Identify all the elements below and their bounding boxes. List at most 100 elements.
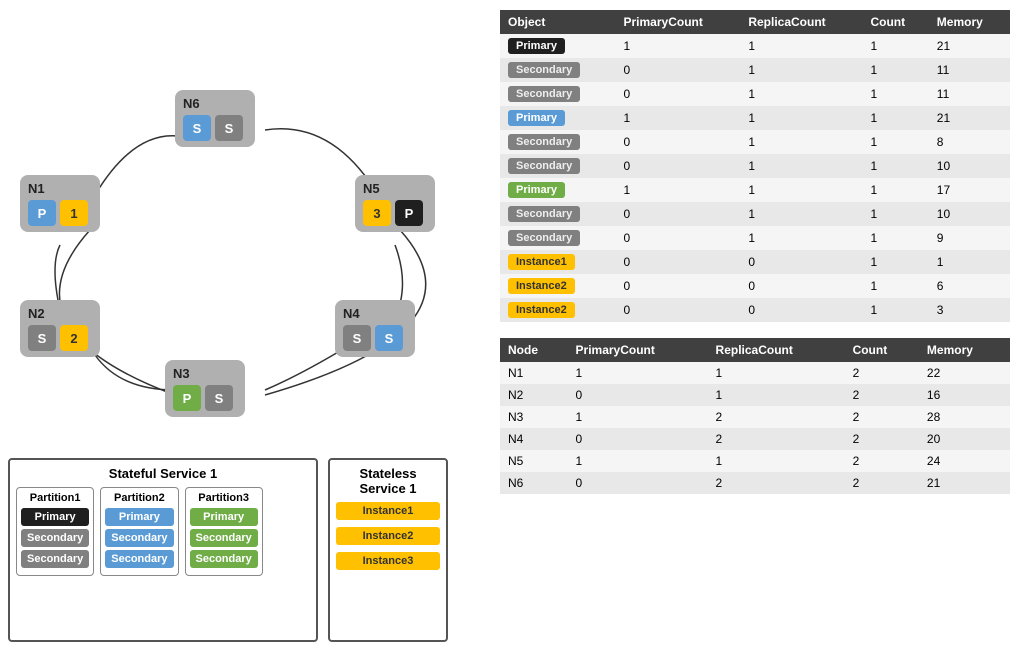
node-N2: N2 S 2 bbox=[20, 300, 100, 357]
count: 2 bbox=[845, 450, 919, 472]
primary-count: 0 bbox=[616, 274, 741, 298]
object-table-body: Primary 1 1 1 21 Secondary 0 1 1 11 Seco… bbox=[500, 34, 1010, 322]
table-row: Secondary bbox=[500, 226, 616, 250]
replica-count: 1 bbox=[740, 178, 862, 202]
memory: 21 bbox=[929, 106, 1010, 130]
count: 1 bbox=[862, 298, 928, 322]
p2-primary: Primary bbox=[105, 508, 173, 526]
replica-count: 1 bbox=[740, 226, 862, 250]
count: 1 bbox=[862, 202, 928, 226]
table-row: Secondary bbox=[500, 202, 616, 226]
memory: 21 bbox=[929, 34, 1010, 58]
count: 1 bbox=[862, 274, 928, 298]
primary-count: 1 bbox=[616, 106, 741, 130]
memory: 9 bbox=[929, 226, 1010, 250]
object-badge: Secondary bbox=[508, 158, 580, 174]
object-badge: Primary bbox=[508, 110, 565, 126]
node-N6-chips: S S bbox=[183, 115, 247, 141]
memory: 6 bbox=[929, 274, 1010, 298]
p1-secondary2: Secondary bbox=[21, 550, 89, 568]
primary-count: 0 bbox=[616, 58, 741, 82]
col-object: Object bbox=[500, 10, 616, 34]
p3-secondary2: Secondary bbox=[190, 550, 258, 568]
chip-P-green: P bbox=[173, 385, 201, 411]
table-row: Primary bbox=[500, 34, 616, 58]
memory: 24 bbox=[919, 450, 1010, 472]
chip-S: S bbox=[28, 325, 56, 351]
memory: 3 bbox=[929, 298, 1010, 322]
count: 1 bbox=[862, 106, 928, 130]
primary-count: 0 bbox=[616, 298, 741, 322]
primary-count: 1 bbox=[568, 406, 708, 428]
stateful-title: Stateful Service 1 bbox=[16, 466, 310, 481]
stateless-chips: Instance1 Instance2 Instance3 bbox=[336, 502, 440, 573]
primary-count: 0 bbox=[616, 250, 741, 274]
chip-1: 1 bbox=[60, 200, 88, 226]
node-N5: N5 3 P bbox=[355, 175, 435, 232]
replica-count: 0 bbox=[740, 250, 862, 274]
table-row: N1 bbox=[500, 362, 568, 384]
object-table: Object PrimaryCount ReplicaCount Count M… bbox=[500, 10, 1010, 322]
p3-secondary1: Secondary bbox=[190, 529, 258, 547]
replica-count: 1 bbox=[740, 154, 862, 178]
memory: 10 bbox=[929, 202, 1010, 226]
primary-count: 1 bbox=[568, 362, 708, 384]
primary-count: 0 bbox=[616, 154, 741, 178]
table-row: Primary bbox=[500, 178, 616, 202]
replica-count: 2 bbox=[708, 428, 845, 450]
memory: 8 bbox=[929, 130, 1010, 154]
replica-count: 1 bbox=[708, 384, 845, 406]
memory: 11 bbox=[929, 58, 1010, 82]
replica-count: 1 bbox=[740, 82, 862, 106]
count: 2 bbox=[845, 406, 919, 428]
diagram-area: N1 P 1 N2 S 2 N3 P S N4 S S N5 3 P bbox=[0, 0, 490, 450]
node-N1-chips: P 1 bbox=[28, 200, 92, 226]
node-N1: N1 P 1 bbox=[20, 175, 100, 232]
replica-count: 1 bbox=[740, 106, 862, 130]
chip-2: 2 bbox=[60, 325, 88, 351]
table-row: N5 bbox=[500, 450, 568, 472]
object-badge: Secondary bbox=[508, 230, 580, 246]
chip-3: 3 bbox=[363, 200, 391, 226]
replica-count: 1 bbox=[740, 202, 862, 226]
replica-count: 1 bbox=[740, 34, 862, 58]
count: 1 bbox=[862, 82, 928, 106]
replica-count: 2 bbox=[708, 472, 845, 494]
count: 2 bbox=[845, 472, 919, 494]
stateless-title: StatelessService 1 bbox=[336, 466, 440, 496]
memory: 16 bbox=[919, 384, 1010, 406]
chip-S-N6a: S bbox=[183, 115, 211, 141]
stateful-panel: Stateful Service 1 Partition1 Primary Se… bbox=[8, 458, 318, 642]
primary-count: 0 bbox=[568, 384, 708, 406]
primary-count: 0 bbox=[568, 428, 708, 450]
chip-S-N4b: S bbox=[375, 325, 403, 351]
node-N5-label: N5 bbox=[363, 181, 427, 196]
count: 1 bbox=[862, 250, 928, 274]
partition3-title: Partition3 bbox=[190, 492, 258, 504]
table-row: N3 bbox=[500, 406, 568, 428]
table-row: Primary bbox=[500, 106, 616, 130]
node-col-primarycount: PrimaryCount bbox=[568, 338, 708, 362]
replica-count: 1 bbox=[740, 130, 862, 154]
node-col-replicacount: ReplicaCount bbox=[708, 338, 845, 362]
primary-count: 0 bbox=[616, 226, 741, 250]
node-N4: N4 S S bbox=[335, 300, 415, 357]
replica-count: 1 bbox=[740, 58, 862, 82]
count: 2 bbox=[845, 384, 919, 406]
table-row: N2 bbox=[500, 384, 568, 406]
replica-count: 0 bbox=[740, 298, 862, 322]
count: 1 bbox=[862, 58, 928, 82]
partition3: Partition3 Primary Secondary Secondary bbox=[185, 487, 263, 576]
partition2-title: Partition2 bbox=[105, 492, 173, 504]
chip-S-N4a: S bbox=[343, 325, 371, 351]
node-col-node: Node bbox=[500, 338, 568, 362]
replica-count: 2 bbox=[708, 406, 845, 428]
table-row: N4 bbox=[500, 428, 568, 450]
node-N3-chips: P S bbox=[173, 385, 237, 411]
object-badge: Secondary bbox=[508, 62, 580, 78]
p2-secondary1: Secondary bbox=[105, 529, 173, 547]
primary-count: 1 bbox=[568, 450, 708, 472]
object-badge: Instance1 bbox=[508, 254, 575, 270]
chip-S-N3: S bbox=[205, 385, 233, 411]
count: 2 bbox=[845, 428, 919, 450]
